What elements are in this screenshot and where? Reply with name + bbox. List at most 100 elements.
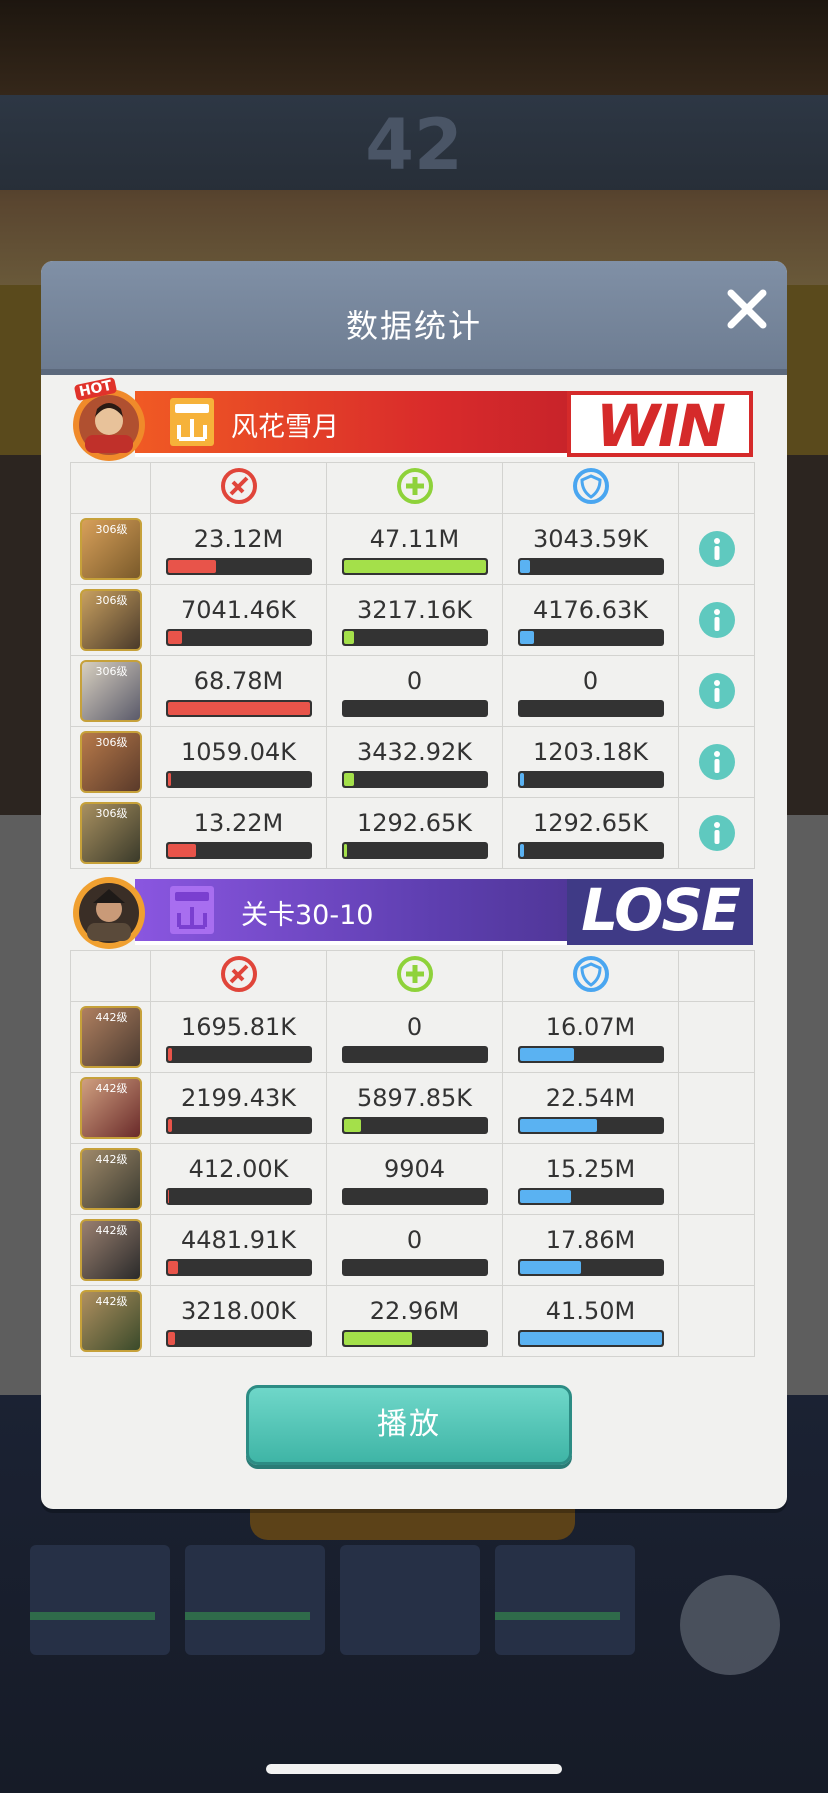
shield-value: 3043.59K bbox=[533, 524, 648, 553]
shield-value: 4176.63K bbox=[533, 595, 648, 624]
play-button[interactable]: 播放 bbox=[246, 1385, 572, 1465]
play-button-label: 播放 bbox=[377, 1407, 441, 1442]
stats-row: 306级 7041.46K 3217.16K 4176.63K bbox=[70, 584, 755, 656]
damage-cell: 1695.81K bbox=[150, 1001, 327, 1073]
heal-cell: 3217.16K bbox=[326, 584, 503, 656]
hero-portrait[interactable]: 306级 bbox=[79, 731, 142, 793]
hero-cell: 442级 bbox=[70, 1072, 151, 1144]
hero-cell: 442级 bbox=[70, 1214, 151, 1286]
hero-level: 442级 bbox=[95, 1082, 128, 1095]
damage-value: 13.22M bbox=[193, 808, 284, 837]
info-cell bbox=[678, 1001, 755, 1073]
damage-cell: 2199.43K bbox=[150, 1072, 327, 1144]
heal-bar-fill bbox=[343, 1331, 412, 1345]
header-damage bbox=[150, 462, 327, 514]
info-button[interactable] bbox=[698, 743, 736, 781]
shield-bar-fill bbox=[519, 1189, 571, 1203]
hero-cell: 442级 bbox=[70, 1001, 151, 1073]
result-badge-win: WIN bbox=[567, 391, 753, 457]
shield-bar-fill bbox=[519, 630, 534, 644]
shield-cell: 41.50M bbox=[502, 1285, 679, 1357]
heal-value: 22.96M bbox=[369, 1296, 460, 1325]
info-cell bbox=[678, 797, 755, 869]
info-button[interactable] bbox=[698, 601, 736, 639]
hero-portrait[interactable]: 306级 bbox=[79, 802, 142, 864]
info-cell bbox=[678, 726, 755, 798]
close-button[interactable] bbox=[721, 283, 773, 335]
damage-value: 7041.46K bbox=[181, 595, 296, 624]
close-icon bbox=[727, 289, 767, 329]
dialog-title: 数据统计 bbox=[345, 307, 482, 345]
enemy-avatar[interactable] bbox=[71, 875, 147, 951]
damage-value: 1059.04K bbox=[181, 737, 296, 766]
damage-bar bbox=[165, 1045, 312, 1063]
damage-bar-fill bbox=[167, 630, 182, 644]
info-button[interactable] bbox=[698, 814, 736, 852]
heal-value: 0 bbox=[406, 1225, 423, 1254]
heal-cell: 47.11M bbox=[326, 513, 503, 585]
stats-header-row bbox=[70, 462, 755, 514]
heal-cell: 1292.65K bbox=[326, 797, 503, 869]
result-badge-lose: LOSE bbox=[567, 879, 753, 945]
hero-cell: 306级 bbox=[70, 513, 151, 585]
hero-portrait[interactable]: 442级 bbox=[79, 1290, 142, 1352]
heal-cell: 3432.92K bbox=[326, 726, 503, 798]
hero-cell: 306级 bbox=[70, 584, 151, 656]
damage-bar-fill bbox=[167, 772, 171, 786]
shield-bar-fill bbox=[519, 772, 524, 786]
heal-value: 5897.85K bbox=[357, 1083, 472, 1112]
hero-level: 306级 bbox=[95, 665, 128, 678]
header-heal bbox=[326, 462, 503, 514]
stats-row: 442级 1695.81K 0 16.07M bbox=[70, 1001, 755, 1073]
heal-cell: 0 bbox=[326, 1001, 503, 1073]
background-hp-bar bbox=[185, 1612, 310, 1620]
hero-portrait[interactable]: 442级 bbox=[79, 1219, 142, 1281]
shield-bar bbox=[517, 1045, 664, 1063]
shield-icon bbox=[572, 956, 609, 992]
heal-cell: 0 bbox=[326, 1214, 503, 1286]
banner-stripe bbox=[135, 453, 631, 457]
shield-bar bbox=[517, 1187, 664, 1205]
damage-bar bbox=[165, 841, 312, 859]
header-shield bbox=[502, 462, 679, 514]
shield-cell: 16.07M bbox=[502, 1001, 679, 1073]
shield-value: 1292.65K bbox=[533, 808, 648, 837]
info-button[interactable] bbox=[698, 530, 736, 568]
hero-portrait[interactable]: 306级 bbox=[79, 518, 142, 580]
heal-bar-fill bbox=[343, 843, 347, 857]
hero-cell: 306级 bbox=[70, 797, 151, 869]
hero-portrait[interactable]: 442级 bbox=[79, 1148, 142, 1210]
shield-value: 16.07M bbox=[545, 1012, 636, 1041]
background-hero-card bbox=[30, 1545, 170, 1655]
heal-value: 9904 bbox=[383, 1154, 446, 1183]
info-button[interactable] bbox=[698, 672, 736, 710]
hero-cell: 306级 bbox=[70, 655, 151, 727]
hero-cell: 306级 bbox=[70, 726, 151, 798]
hero-portrait[interactable]: 442级 bbox=[79, 1006, 142, 1068]
heal-bar-fill bbox=[343, 559, 486, 573]
header-empty bbox=[70, 462, 151, 514]
shield-cell: 22.54M bbox=[502, 1072, 679, 1144]
damage-bar-fill bbox=[167, 1260, 178, 1274]
team-banner-player: 风花雪月 HOT WIN bbox=[71, 376, 753, 461]
stats-dialog: 数据统计 风花雪月 HOT WIN 306级 23.12M 47.11M 304… bbox=[41, 261, 787, 1509]
damage-bar bbox=[165, 1187, 312, 1205]
stats-row: 442级 3218.00K 22.96M 41.50M bbox=[70, 1285, 755, 1357]
info-icon bbox=[698, 744, 735, 780]
shield-icon bbox=[572, 468, 609, 504]
damage-bar-fill bbox=[167, 701, 310, 715]
hero-portrait[interactable]: 306级 bbox=[79, 589, 142, 651]
stats-header-row bbox=[70, 950, 755, 1002]
hero-portrait[interactable]: 442级 bbox=[79, 1077, 142, 1139]
hero-portrait[interactable]: 306级 bbox=[79, 660, 142, 722]
hero-cell: 442级 bbox=[70, 1143, 151, 1215]
heal-bar-fill bbox=[343, 772, 354, 786]
header-damage bbox=[150, 950, 327, 1002]
damage-bar bbox=[165, 1329, 312, 1347]
damage-bar bbox=[165, 699, 312, 717]
heal-icon bbox=[396, 956, 433, 992]
stats-row: 442级 412.00K 9904 15.25M bbox=[70, 1143, 755, 1215]
background-score: 42 bbox=[365, 104, 463, 186]
home-indicator bbox=[266, 1764, 562, 1774]
damage-value: 68.78M bbox=[193, 666, 284, 695]
